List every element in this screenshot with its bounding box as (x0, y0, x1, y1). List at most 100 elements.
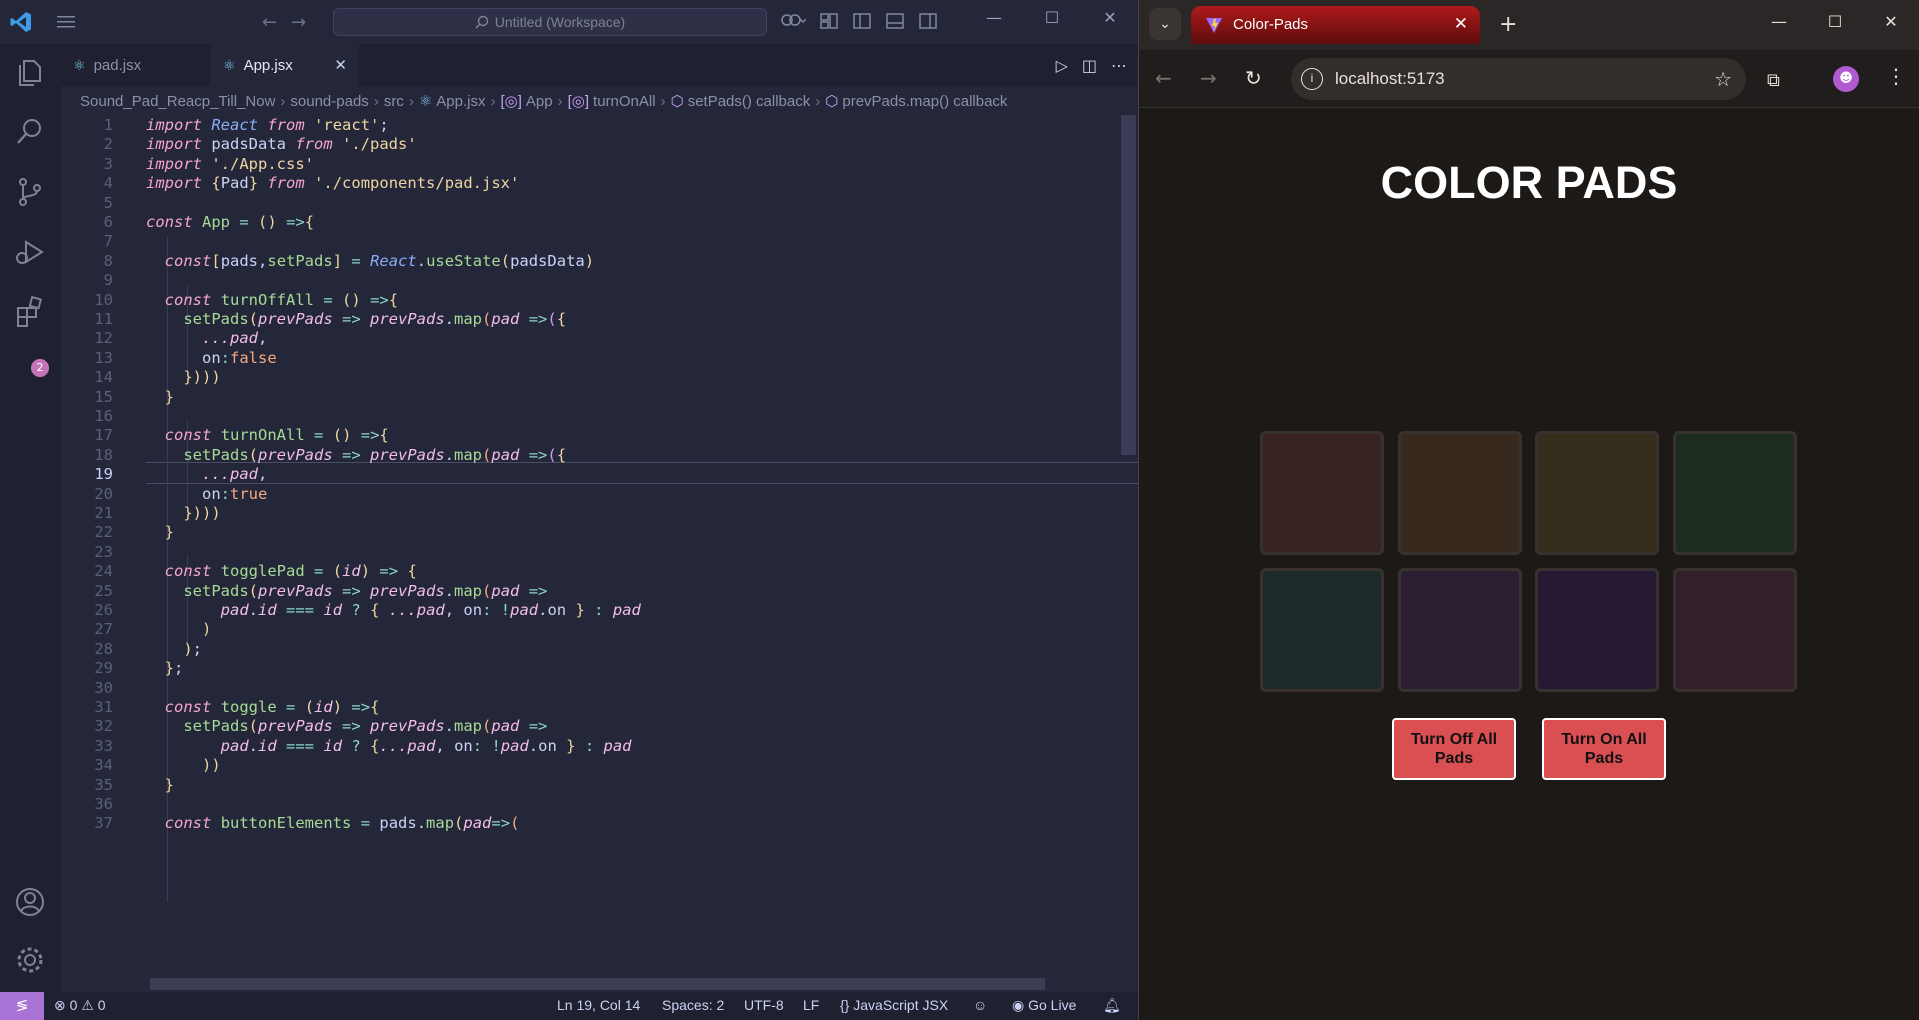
color-pad[interactable] (1535, 431, 1659, 555)
layout-controls (780, 11, 938, 31)
more-actions-icon[interactable]: ⋯ (1111, 56, 1127, 75)
search-view-icon[interactable] (14, 116, 46, 148)
profile-avatar[interactable]: ☻ (1833, 66, 1859, 92)
vscode-window: ←→ Untitled (Workspace) — ☐ ✕ 2 ⚛ pad.js… (0, 0, 1139, 1020)
warning-icon: ⚠ (81, 997, 94, 1013)
accounts-icon[interactable] (14, 886, 46, 918)
command-center[interactable]: Untitled (Workspace) (333, 8, 767, 36)
language-mode[interactable]: {} JavaScript JSX (840, 997, 948, 1013)
browser-menu-icon[interactable]: ⋮ (1886, 64, 1906, 88)
browser-tab-color-pads[interactable]: Color-Pads ✕ (1191, 6, 1480, 44)
color-pad[interactable] (1397, 568, 1522, 692)
color-pad[interactable] (1260, 568, 1384, 692)
back-icon[interactable]: ← (1155, 66, 1172, 90)
error-icon: ⊗ (54, 997, 66, 1013)
customize-layout-icon[interactable] (819, 11, 839, 31)
source-control-icon[interactable] (14, 176, 46, 208)
vertical-scrollbar[interactable] (1121, 115, 1136, 455)
run-file-icon[interactable]: ▷ (1056, 56, 1068, 75)
code-text: } (164, 775, 175, 794)
turn-off-all-button[interactable]: Turn Off All Pads (1392, 718, 1516, 780)
code-text: }; (164, 659, 184, 678)
cursor-position[interactable]: Ln 19, Col 14 (557, 997, 640, 1013)
remote-indicator-icon[interactable]: ≶ (0, 992, 44, 1020)
toggle-panel-icon[interactable] (885, 11, 905, 31)
go-live-button[interactable]: ◉ Go Live (1012, 997, 1076, 1014)
indentation[interactable]: Spaces: 2 (662, 997, 724, 1013)
turn-on-all-button[interactable]: Turn On All Pads (1542, 718, 1666, 780)
breadcrumb-item[interactable]: src (384, 93, 404, 110)
forward-arrow-icon[interactable]: → (291, 12, 320, 33)
extensions-puzzle-icon[interactable]: ⧉ (1767, 70, 1780, 91)
close-tab-icon[interactable]: ✕ (1454, 14, 1468, 34)
symbol-variable-icon: [◎] (500, 93, 522, 110)
toggle-primary-sidebar-icon[interactable] (852, 11, 872, 31)
site-info-icon[interactable]: i (1301, 68, 1323, 90)
react-icon: ⚛ (73, 56, 86, 73)
problems-indicator[interactable]: ⊗ 0 ⚠ 0 (54, 997, 106, 1014)
symbol-method-icon: ⬡ (825, 93, 839, 110)
close-window-icon[interactable]: ✕ (1081, 8, 1138, 27)
breadcrumb-item[interactable]: setPads() callback (688, 93, 811, 110)
end-of-line[interactable]: LF (803, 997, 819, 1013)
breadcrumb-item[interactable]: App (526, 93, 553, 110)
reload-icon[interactable]: ↻ (1245, 66, 1262, 90)
minimize-icon[interactable]: — (1751, 12, 1807, 31)
browser-window-controls: — ☐ ✕ (1751, 12, 1919, 31)
error-count: 0 (69, 997, 78, 1013)
close-tab-icon[interactable]: ✕ (334, 56, 347, 74)
vscode-window-controls: — ☐ ✕ (965, 8, 1138, 27)
settings-gear-icon[interactable] (14, 944, 46, 976)
color-pad[interactable] (1672, 568, 1797, 692)
breadcrumb-item[interactable]: Sound_Pad_Reacp_Till_Now (80, 93, 275, 110)
extensions-badge: 2 (31, 359, 49, 377)
nav-arrows: ←→ (262, 12, 320, 33)
address-bar[interactable]: i localhost:5173 ☆ (1291, 58, 1746, 100)
symbol-variable-icon: [◎] (567, 93, 590, 110)
new-tab-icon[interactable]: + (1499, 12, 1517, 37)
tab-pad-jsx[interactable]: ⚛ pad.jsx (61, 44, 211, 86)
search-icon (475, 15, 488, 29)
forward-icon[interactable]: → (1200, 66, 1217, 90)
split-editor-icon[interactable]: ◫ (1082, 56, 1097, 75)
copilot-icon[interactable] (780, 11, 806, 31)
language-label: JavaScript JSX (853, 997, 949, 1013)
color-pad[interactable] (1260, 431, 1384, 555)
run-debug-icon[interactable] (14, 236, 46, 268)
bookmark-star-icon[interactable]: ☆ (1714, 67, 1732, 92)
broadcast-icon: ◉ (1012, 997, 1025, 1013)
horizontal-scrollbar[interactable] (150, 978, 1045, 990)
back-arrow-icon[interactable]: ← (262, 12, 291, 33)
color-pad[interactable] (1397, 431, 1522, 555)
minimize-icon[interactable]: — (965, 8, 1023, 27)
encoding[interactable]: UTF-8 (744, 997, 784, 1013)
breadcrumb-item[interactable]: prevPads.map() callback (842, 93, 1007, 110)
breadcrumb-item[interactable]: sound-pads (290, 93, 368, 110)
tab-search-chevron-icon[interactable]: ⌄ (1149, 8, 1181, 40)
url-text: localhost:5173 (1335, 69, 1445, 88)
menu-icon[interactable] (56, 13, 76, 31)
code-text: } (164, 387, 175, 406)
code-text: const buttonElements = pads.map(pad=>( (164, 814, 520, 833)
breadcrumb: Sound_Pad_Reacp_Till_Now › sound-pads › src ›… (80, 93, 1008, 110)
symbol-method-icon: ⬡ (670, 93, 684, 110)
extensions-icon[interactable] (14, 296, 46, 328)
copilot-status-icon[interactable]: ☺ (973, 997, 987, 1013)
explorer-icon[interactable] (14, 56, 46, 88)
maximize-icon[interactable]: ☐ (1023, 8, 1081, 27)
close-window-icon[interactable]: ✕ (1863, 12, 1919, 31)
notifications-bell-icon[interactable]: 🔔︎ (1103, 997, 1121, 1014)
browser-tab-title: Color-Pads (1233, 16, 1309, 33)
maximize-icon[interactable]: ☐ (1807, 12, 1863, 31)
code-text: const App = () =>{ (146, 213, 315, 231)
breadcrumb-item[interactable]: App.jsx (436, 93, 485, 110)
tab-label: App.jsx (243, 56, 293, 74)
tab-app-jsx[interactable]: ⚛ App.jsx ✕ (211, 44, 359, 86)
vscode-logo-icon (10, 12, 31, 32)
breadcrumb-item[interactable]: turnOnAll (593, 93, 656, 110)
color-pad[interactable] (1672, 431, 1797, 555)
toggle-secondary-sidebar-icon[interactable] (918, 11, 938, 31)
code-editor[interactable]: 1 import React from 'react'; 2 import padsD… (61, 115, 1138, 995)
vite-favicon-icon (1206, 18, 1222, 33)
color-pad[interactable] (1535, 568, 1659, 692)
